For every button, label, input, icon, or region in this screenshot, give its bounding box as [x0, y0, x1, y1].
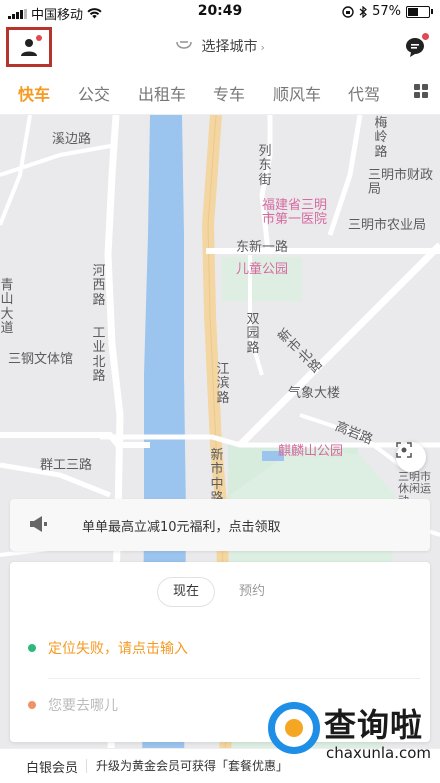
promo-banner[interactable]: 单单最高立减10元福利，点击领取: [10, 499, 430, 551]
status-right: 57%: [342, 4, 433, 19]
map-label-shizhong: 新市中路: [210, 448, 224, 505]
rotation-lock-icon: [342, 5, 354, 18]
chevron-right-icon: ›: [260, 41, 265, 54]
footer-divider: [86, 759, 87, 773]
watermark-logo-icon: [268, 702, 320, 754]
map-label-ertong: 儿童公园: [236, 262, 289, 277]
map-label-liedong: 列东街: [258, 144, 272, 188]
map-label-hexi: 河西路: [92, 264, 106, 308]
megaphone-icon: [30, 516, 47, 532]
map-label-gongyebei: 工业北路: [92, 326, 106, 384]
tab-bus[interactable]: 公交: [78, 81, 110, 105]
battery-percent: 57%: [372, 4, 401, 19]
map-label-sangang: 三钢文体馆: [8, 352, 74, 367]
pickup-dot-icon: [28, 644, 36, 652]
tab-designated-driver[interactable]: 代驾: [348, 81, 380, 105]
map-label-meiling: 梅岭路: [374, 116, 388, 160]
panel-divider: [48, 678, 420, 679]
status-bar: 中国移动 20:49 57%: [0, 0, 440, 24]
tab-premier[interactable]: 专车: [213, 81, 245, 105]
promo-text: 单单最高立减10元福利，点击领取: [82, 520, 281, 535]
tab-carpool[interactable]: 顺风车: [273, 81, 321, 105]
map-label-xibian: 溪边路: [52, 132, 92, 147]
membership-tier: 白银会员: [26, 761, 79, 776]
option-reserve[interactable]: 预约: [224, 578, 280, 606]
message-badge: [422, 33, 429, 40]
destination-dot-icon: [28, 701, 36, 709]
more-services-grid-icon[interactable]: [414, 84, 428, 98]
service-tabs: 快车 公交 出租车 专车 顺风车 代驾: [0, 70, 440, 115]
locate-target-icon: [396, 442, 412, 458]
destination-field[interactable]: 您要去哪儿: [28, 695, 118, 715]
map-label-qingshan: 青山大道: [0, 278, 14, 336]
app-header: 选择城市 ›: [0, 24, 440, 70]
destination-placeholder: 您要去哪儿: [48, 698, 118, 714]
site-watermark: 查询啦 chaxunla.com: [268, 698, 436, 774]
map-label-hospital: 福建省三明市第一医院: [262, 198, 328, 228]
map-label-jiangbin: 江滨路: [216, 362, 230, 406]
city-label: 选择城市: [201, 39, 258, 55]
locate-button[interactable]: [396, 442, 426, 472]
map-label-qilin: 麒麟山公园: [278, 444, 344, 459]
city-icon: [176, 41, 192, 49]
map-label-shuangyuan: 双园路: [246, 312, 260, 356]
tab-kuaiche[interactable]: 快车: [18, 81, 50, 105]
city-selector[interactable]: 选择城市 ›: [0, 36, 440, 56]
watermark-url: chaxunla.com: [326, 744, 431, 762]
map-label-nongye: 三明市农业局: [348, 218, 427, 233]
time-toggle: 现在 预约: [158, 578, 280, 606]
bluetooth-icon: [359, 5, 368, 18]
map-label-caizheng: 三明市财政局: [368, 168, 434, 198]
map-label-qixiang: 气象大楼: [288, 386, 341, 401]
tab-taxi[interactable]: 出租车: [138, 81, 186, 105]
pickup-field[interactable]: 定位失败，请点击输入: [28, 638, 188, 658]
upgrade-text: 升级为黄金会员可获得「套餐优惠」: [96, 759, 289, 773]
option-now[interactable]: 现在: [158, 578, 214, 606]
message-button[interactable]: [404, 33, 429, 58]
battery-icon: [406, 5, 433, 18]
watermark-title: 查询啦: [324, 706, 424, 744]
pickup-text: 定位失败，请点击输入: [48, 641, 188, 657]
map-label-qungong: 群工三路: [40, 458, 93, 473]
map-label-dongxin: 东新一路: [236, 240, 289, 255]
